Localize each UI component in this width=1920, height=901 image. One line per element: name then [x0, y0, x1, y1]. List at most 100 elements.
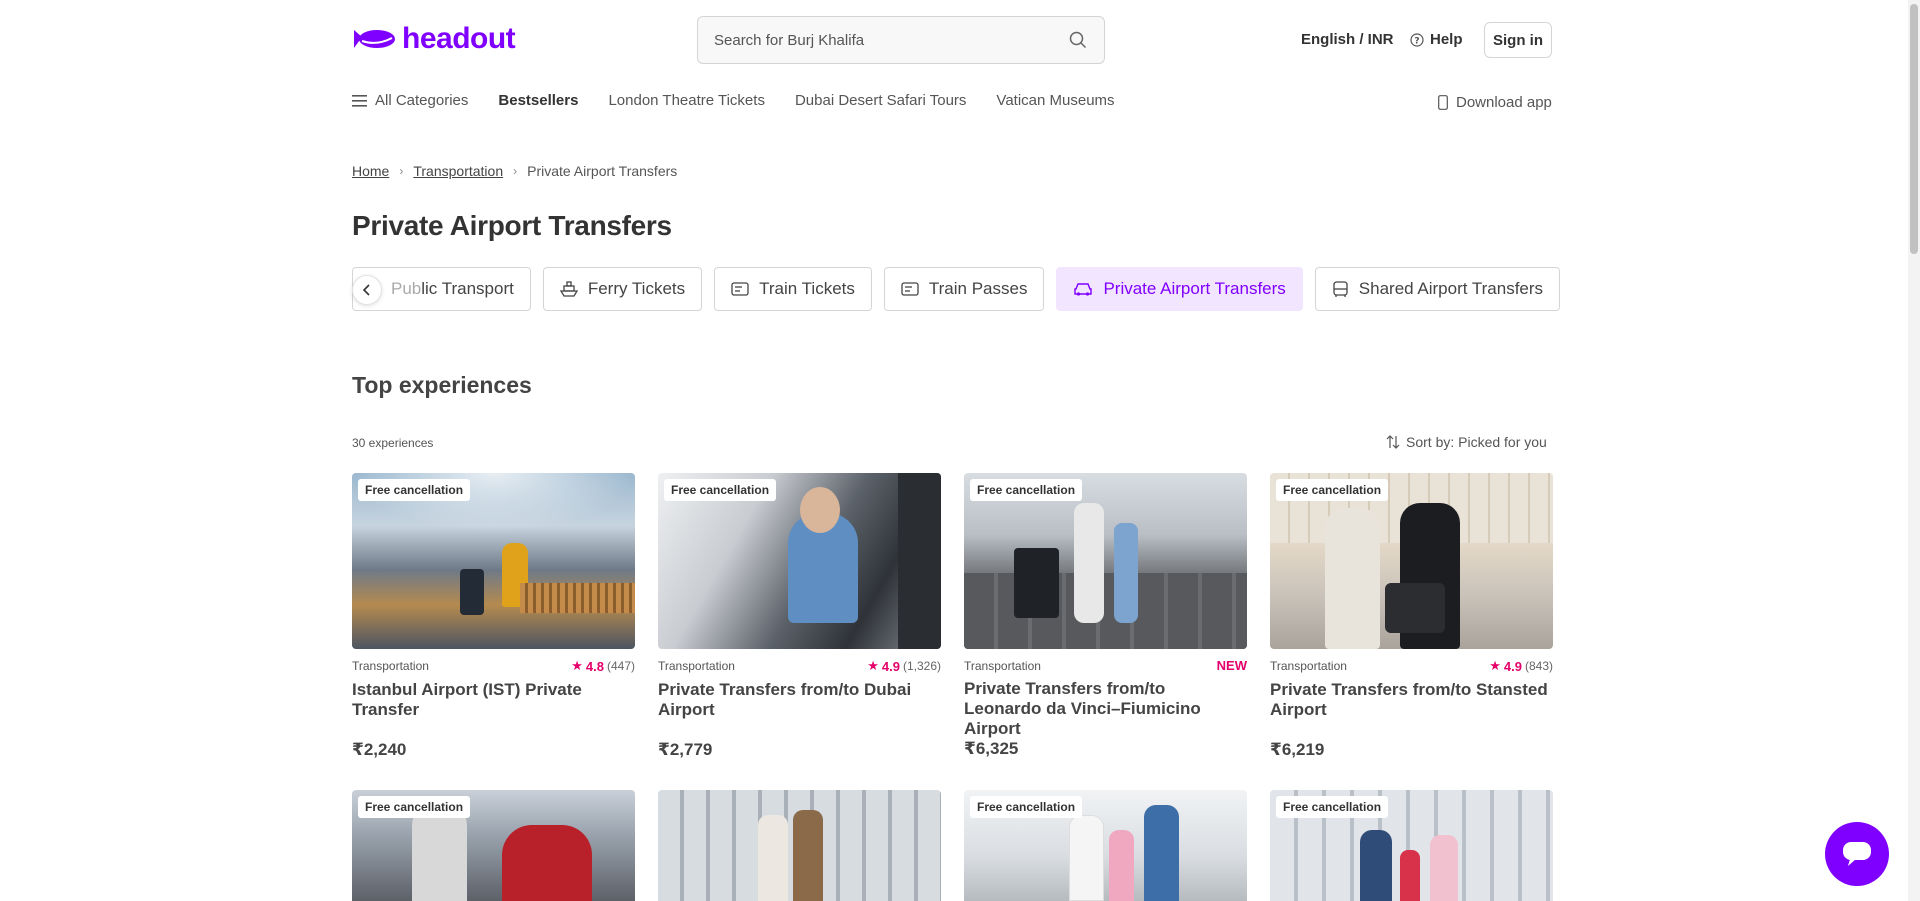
experience-card[interactable]: Free cancellation	[1270, 790, 1553, 901]
card-price: ₹2,779	[658, 740, 713, 759]
experience-card[interactable]: Free cancellation Transportation ★ 4.9 (…	[658, 473, 941, 760]
card-meta: Transportation NEW	[964, 658, 1247, 673]
nav-london-theatre-tickets[interactable]: London Theatre Tickets	[608, 92, 765, 109]
scrollbar-thumb[interactable]	[1910, 4, 1918, 254]
chip-public-transport-label-fade: Pub	[391, 279, 422, 298]
logo-text: headout	[402, 22, 516, 55]
phone-icon	[1438, 95, 1448, 110]
experience-card[interactable]: Free cancellation	[352, 790, 635, 901]
sort-icon	[1386, 435, 1400, 449]
chat-button[interactable]	[1825, 822, 1889, 886]
experience-card[interactable]	[658, 790, 941, 901]
card-image[interactable]: Free cancellation	[658, 473, 941, 649]
star-icon: ★	[867, 658, 879, 673]
nav-bestsellers[interactable]: Bestsellers	[498, 92, 578, 109]
card-price: ₹6,325	[964, 739, 1019, 758]
download-app-label: Download app	[1456, 94, 1552, 111]
experience-count: 30 experiences	[352, 436, 434, 450]
chip-train-tickets[interactable]: Train Tickets	[714, 267, 872, 311]
experience-card[interactable]: Free cancellation Transportation ★ 4.8 (…	[352, 473, 635, 760]
language-currency-selector[interactable]: English / INR	[1301, 31, 1394, 48]
subcategory-chips: Public Transport Ferry Tickets Train Tic…	[352, 267, 1561, 311]
car-icon	[1074, 283, 1093, 296]
breadcrumb-home[interactable]: Home	[352, 163, 389, 179]
card-price: ₹6,219	[1270, 740, 1325, 759]
chip-shared-airport-transfers[interactable]: Shared Airport Transfers	[1314, 267, 1561, 311]
card-image[interactable]: Free cancellation	[352, 473, 635, 649]
rating-value: 4.8	[585, 658, 604, 674]
card-image[interactable]: Free cancellation	[1270, 473, 1553, 649]
free-cancellation-badge: Free cancellation	[970, 479, 1083, 501]
chevron-right-icon: ›	[513, 164, 518, 178]
ticket-icon	[731, 282, 749, 296]
help-label: Help	[1430, 31, 1463, 48]
category-nav: All Categories Bestsellers London Theatr…	[352, 92, 1145, 109]
card-image[interactable]: Free cancellation	[352, 790, 635, 901]
rating-value: 4.9	[881, 658, 900, 674]
rating-value: 4.9	[1503, 658, 1522, 674]
free-cancellation-badge: Free cancellation	[664, 479, 777, 501]
sign-in-button[interactable]: Sign in	[1484, 22, 1552, 58]
sort-dropdown[interactable]: Sort by: Picked for you	[1386, 434, 1547, 450]
free-cancellation-badge: Free cancellation	[358, 479, 471, 501]
breadcrumb-current: Private Airport Transfers	[527, 163, 678, 179]
free-cancellation-badge: Free cancellation	[358, 796, 471, 818]
card-category: Transportation	[1270, 659, 1347, 673]
help-icon: ?	[1410, 32, 1424, 47]
chip-train-passes[interactable]: Train Passes	[883, 267, 1045, 311]
card-title[interactable]: Private Transfers from/to Dubai Airport	[658, 680, 941, 720]
card-title[interactable]: Private Transfers from/to Leonardo da Vi…	[964, 679, 1247, 738]
review-count: (447)	[606, 659, 635, 673]
card-rating: ★ 4.9 (1,326)	[867, 658, 941, 674]
chip-train-tickets-label: Train Tickets	[759, 279, 855, 298]
bus-icon	[1333, 280, 1348, 297]
section-title: Top experiences	[352, 372, 532, 398]
ferry-icon	[559, 281, 578, 297]
card-image[interactable]: Free cancellation	[964, 473, 1247, 649]
experience-card[interactable]: Free cancellation Transportation NEW Pri…	[964, 473, 1247, 759]
card-meta: Transportation ★ 4.8 (447)	[352, 658, 635, 674]
chat-icon	[1843, 842, 1871, 866]
card-rating: ★ 4.8 (447)	[571, 658, 635, 674]
card-image[interactable]: Free cancellation	[1270, 790, 1553, 901]
chips-scroll-left-button[interactable]	[352, 275, 382, 305]
search-bar[interactable]: Search for Burj Khalifa	[697, 16, 1105, 64]
card-image[interactable]	[658, 790, 941, 901]
headout-logo[interactable]: headout	[352, 22, 516, 56]
chip-ferry-tickets[interactable]: Ferry Tickets	[542, 267, 703, 311]
chip-private-airport-transfers[interactable]: Private Airport Transfers	[1056, 267, 1303, 311]
card-rating: ★ 4.9 (843)	[1489, 658, 1553, 674]
chip-shared-airport-transfers-label: Shared Airport Transfers	[1358, 279, 1544, 298]
nav-all-categories-label: All Categories	[375, 92, 469, 109]
new-badge: NEW	[1216, 658, 1247, 673]
card-title[interactable]: Istanbul Airport (IST) Private Transfer	[352, 680, 635, 720]
card-category: Transportation	[964, 658, 1041, 673]
chip-ferry-tickets-label: Ferry Tickets	[587, 279, 686, 298]
search-input[interactable]: Search for Burj Khalifa	[714, 32, 1068, 49]
card-meta: Transportation ★ 4.9 (843)	[1270, 658, 1553, 674]
breadcrumb: Home › Transportation › Private Airport …	[352, 163, 677, 179]
card-category: Transportation	[658, 659, 735, 673]
card-price: ₹2,240	[352, 740, 407, 759]
chip-train-passes-label: Train Passes	[928, 279, 1028, 298]
help-link[interactable]: ? Help	[1410, 31, 1463, 48]
card-title[interactable]: Private Transfers from/to Stansted Airpo…	[1270, 680, 1553, 720]
nav-vatican-museums[interactable]: Vatican Museums	[996, 92, 1114, 109]
free-cancellation-badge: Free cancellation	[1276, 796, 1389, 818]
review-count: (1,326)	[902, 659, 941, 673]
page-title: Private Airport Transfers	[352, 210, 672, 241]
sort-label: Sort by: Picked for you	[1406, 434, 1547, 450]
star-icon: ★	[571, 658, 583, 673]
breadcrumb-transportation[interactable]: Transportation	[413, 163, 503, 179]
free-cancellation-badge: Free cancellation	[1276, 479, 1389, 501]
nav-all-categories[interactable]: All Categories	[352, 92, 468, 109]
experience-card[interactable]: Free cancellation Transportation ★ 4.9 (…	[1270, 473, 1553, 760]
download-app-link[interactable]: Download app	[1438, 94, 1552, 111]
card-image[interactable]: Free cancellation	[964, 790, 1247, 901]
search-icon[interactable]	[1068, 30, 1088, 50]
hamburger-menu-icon	[352, 94, 367, 107]
nav-dubai-desert-safari-tours[interactable]: Dubai Desert Safari Tours	[795, 92, 966, 109]
svg-text:?: ?	[1414, 36, 1419, 46]
experience-card[interactable]: Free cancellation	[964, 790, 1247, 901]
chevron-left-icon	[362, 284, 370, 296]
